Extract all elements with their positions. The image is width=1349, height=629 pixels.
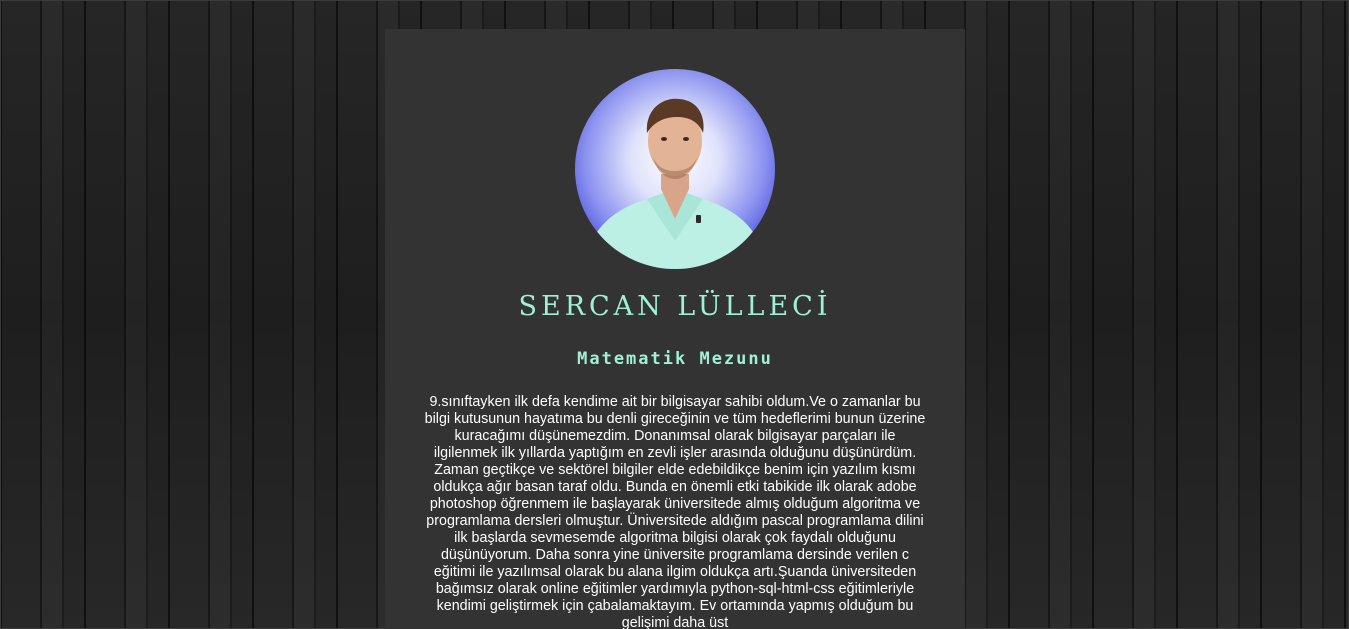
person-portrait-image bbox=[585, 98, 765, 269]
profile-name: SERCAN LÜLLECİ bbox=[518, 291, 832, 322]
profile-bio: 9.sınıftayken ilk defa kendime ait bir b… bbox=[424, 394, 926, 629]
profile-card: SERCAN LÜLLECİ Matematik Mezunu 9.sınıft… bbox=[385, 29, 965, 629]
profile-photo bbox=[575, 69, 775, 269]
profile-title: Matematik Mezunu bbox=[577, 349, 773, 369]
